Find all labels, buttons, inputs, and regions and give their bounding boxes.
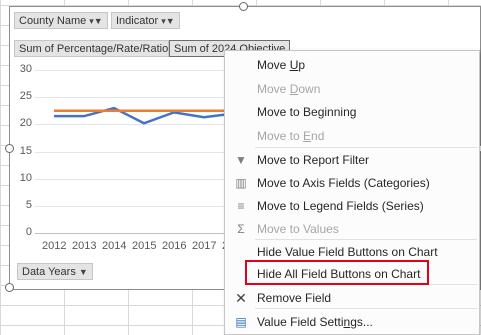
menu-item-move-to-beginning[interactable]: Move to Beginning xyxy=(225,100,479,124)
axis-fields-icon: ▥ xyxy=(235,176,247,190)
menu-item-move-to-values[interactable]: Σ Move to Values xyxy=(225,217,479,241)
menu-separator xyxy=(255,239,477,240)
menu-item-label-rest: inning xyxy=(324,105,357,119)
menu-item-accelerator: E xyxy=(303,129,312,143)
menu-separator xyxy=(255,308,477,309)
menu-item-label: Move to Legend Fields (Series) xyxy=(257,199,424,213)
menu-item-move-up[interactable]: Move Up xyxy=(225,53,479,77)
menu-item-label: Move xyxy=(257,82,290,96)
close-x-icon: ✕ xyxy=(235,290,247,306)
menu-item-label: Move to Be xyxy=(257,105,318,119)
legend-fields-icon: ≡ xyxy=(237,199,245,213)
menu-item-remove-field[interactable]: ✕ Remove Field xyxy=(225,286,479,310)
menu-item-move-to-report-filter[interactable]: ▼ Move to Report Filter xyxy=(225,148,479,172)
data-years-field-button[interactable]: Data Years ▼ xyxy=(17,263,93,280)
context-menu[interactable]: Move Up Move Down Move to Beginning Move to… xyxy=(224,50,480,335)
menu-item-move-to-end[interactable]: Move to End xyxy=(225,124,479,148)
menu-item-value-field-settings[interactable]: ▤ Value Field Settings... xyxy=(225,310,479,334)
menu-item-label-rest: p xyxy=(298,58,306,72)
menu-item-label: Hide Value Field Buttons on Chart xyxy=(257,245,438,259)
menu-item-label-rest: own xyxy=(298,82,321,96)
menu-separator xyxy=(255,147,477,148)
data-years-label: Data Years xyxy=(22,266,76,278)
menu-item-label-rest: gs... xyxy=(350,315,373,329)
menu-item-label: Move to Report Filter xyxy=(257,153,370,167)
menu-item-label: Value Field Setti xyxy=(257,315,344,329)
menu-item-label: Move to Axis Fields (Categories) xyxy=(257,176,430,190)
dropdown-arrow-icon: ▼ xyxy=(78,267,88,277)
field-settings-icon: ▤ xyxy=(235,315,247,329)
menu-item-move-to-axis-fields[interactable]: ▥ Move to Axis Fields (Categories) xyxy=(225,171,479,195)
sigma-icon: Σ xyxy=(237,222,245,236)
menu-item-label: Move to Values xyxy=(257,222,339,236)
menu-item-label: Move to xyxy=(257,129,304,143)
menu-item-move-to-legend-fields[interactable]: ≡ Move to Legend Fields (Series) xyxy=(225,194,479,218)
menu-item-label: Move xyxy=(257,58,290,72)
filter-icon: ▼ xyxy=(235,153,247,167)
menu-item-label-rest: nd xyxy=(311,129,325,143)
highlight-annotation xyxy=(245,260,429,285)
menu-item-move-down[interactable]: Move Down xyxy=(225,77,479,101)
menu-item-label: Remove Field xyxy=(257,291,332,305)
